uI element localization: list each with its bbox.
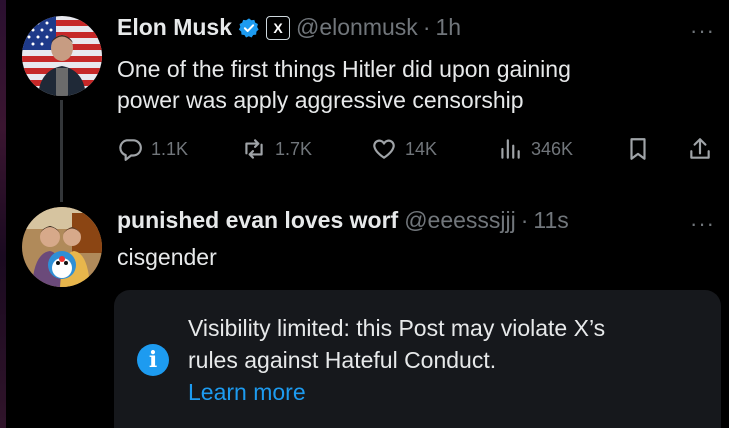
author-name[interactable]: punished evan loves worf xyxy=(117,207,398,234)
author-handle[interactable]: @elonmusk xyxy=(296,14,418,41)
x-affiliate-icon: X xyxy=(266,15,291,40)
post-text: One of the first things Hitler did upon … xyxy=(117,54,571,116)
post-text-line: power was apply aggressive censorship xyxy=(117,87,524,113)
post-header: punished evan loves worf @eeesssjjj · 11… xyxy=(117,207,569,234)
post-text: cisgender xyxy=(117,244,217,270)
views-button[interactable]: 346K xyxy=(497,136,573,162)
thread-connector xyxy=(60,100,63,202)
author-handle[interactable]: @eeesssjjj xyxy=(404,207,516,234)
like-icon xyxy=(373,139,395,159)
author-name[interactable]: Elon Musk xyxy=(117,14,232,41)
post-text-line: One of the first things Hitler did upon … xyxy=(117,56,571,82)
post-header: Elon Musk X @elonmusk · 1h xyxy=(117,14,461,41)
notice-line: Visibility limited: this Post may violat… xyxy=(188,315,606,341)
separator: · xyxy=(422,14,431,40)
verified-badge-icon xyxy=(238,17,260,39)
bookmark-icon xyxy=(630,138,646,160)
post-time[interactable]: 1h xyxy=(435,14,461,41)
more-icon[interactable]: ··· xyxy=(690,18,715,44)
learn-more-link[interactable]: Learn more xyxy=(188,376,605,408)
bookmark-button[interactable] xyxy=(625,136,659,162)
like-button[interactable]: 14K xyxy=(371,136,437,162)
info-icon: i xyxy=(137,344,169,376)
post-time[interactable]: 11s xyxy=(533,207,568,234)
background-edge xyxy=(0,0,6,428)
repost-icon xyxy=(245,139,263,159)
views-icon xyxy=(501,139,520,159)
avatar[interactable] xyxy=(22,207,102,287)
post-actions: 1.1K 1.7K 14K 346K xyxy=(117,136,717,166)
notice-text: Visibility limited: this Post may violat… xyxy=(188,312,605,408)
separator: · xyxy=(520,207,529,233)
repost-button[interactable]: 1.7K xyxy=(241,136,312,162)
views-count: 346K xyxy=(531,138,574,159)
repost-count: 1.7K xyxy=(275,138,313,159)
avatar[interactable] xyxy=(22,16,102,96)
reply-count: 1.1K xyxy=(151,138,189,159)
like-count: 14K xyxy=(405,138,438,159)
more-icon[interactable]: ··· xyxy=(690,211,715,237)
share-button[interactable] xyxy=(687,136,721,162)
share-icon xyxy=(690,138,710,159)
reply-icon xyxy=(119,139,142,161)
reply-button[interactable]: 1.1K xyxy=(117,136,188,162)
notice-line: rules against Hateful Conduct. xyxy=(188,347,497,373)
